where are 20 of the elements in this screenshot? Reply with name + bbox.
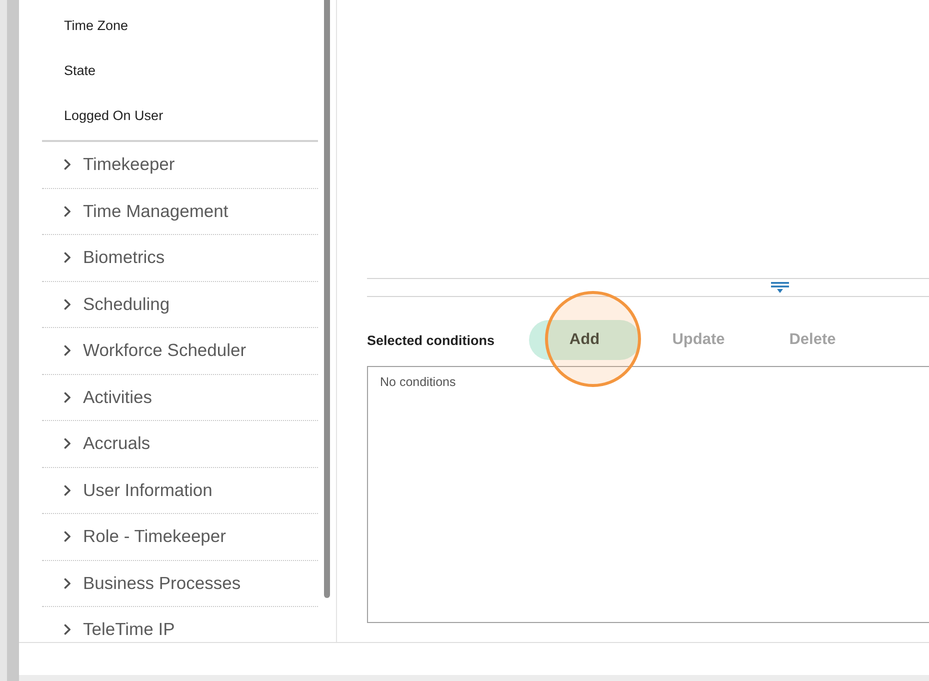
list-item[interactable]: Time Zone (42, 3, 318, 48)
section-toggle[interactable]: Role - Timekeeper (42, 526, 318, 548)
scrollbar-thumb[interactable] (324, 0, 330, 598)
empty-message: No conditions (380, 375, 457, 389)
section-toggle[interactable]: Business Processes (42, 572, 318, 594)
section-toggle[interactable]: User Information (42, 480, 318, 501)
section-toggle[interactable]: Timekeeper (42, 154, 318, 176)
section-toggle[interactable]: Time Management (42, 200, 318, 222)
section-toggle[interactable]: TeleTime IP (42, 619, 318, 640)
list-item[interactable]: Logged On User (42, 93, 318, 138)
section-toggle[interactable]: Accruals (42, 433, 318, 454)
conditions-list[interactable]: No conditions (367, 366, 929, 623)
list-item[interactable]: State (42, 48, 318, 93)
lines-arrow-icon[interactable] (771, 282, 789, 293)
section-toggle[interactable]: Biometrics (42, 247, 318, 268)
section-title: Selected conditions (367, 332, 496, 348)
section-toggle[interactable]: Activities (42, 386, 318, 408)
action-button[interactable]: Add (529, 320, 640, 360)
section-toggle[interactable]: Workforce Scheduler (42, 340, 318, 362)
section-toggle[interactable]: Scheduling (42, 294, 318, 315)
